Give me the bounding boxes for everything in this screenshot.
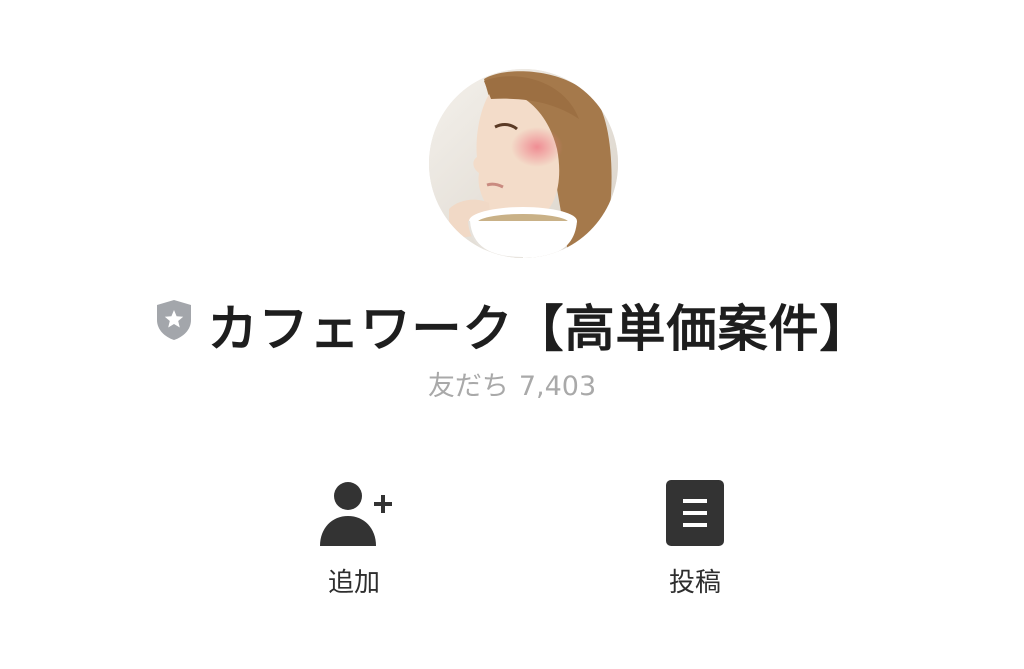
account-name: カフェワーク【高単価案件】 (207, 300, 871, 358)
post-icon (655, 478, 735, 548)
verified-badge-icon (154, 298, 194, 342)
add-friend-button[interactable]: 追加 (284, 478, 424, 599)
friends-label: 友だち (427, 371, 509, 402)
profile-avatar[interactable] (429, 69, 618, 258)
avatar-photo (429, 69, 618, 258)
posts-label: 投稿 (668, 568, 721, 598)
friends-count: 友だち 7,403 (0, 364, 1024, 403)
posts-button[interactable]: 投稿 (625, 478, 765, 599)
add-friend-icon (314, 478, 394, 548)
add-friend-label: 追加 (327, 568, 380, 598)
account-name-row: カフェワーク【高単価案件】 (0, 290, 1024, 360)
friends-number: 7,403 (518, 371, 597, 402)
